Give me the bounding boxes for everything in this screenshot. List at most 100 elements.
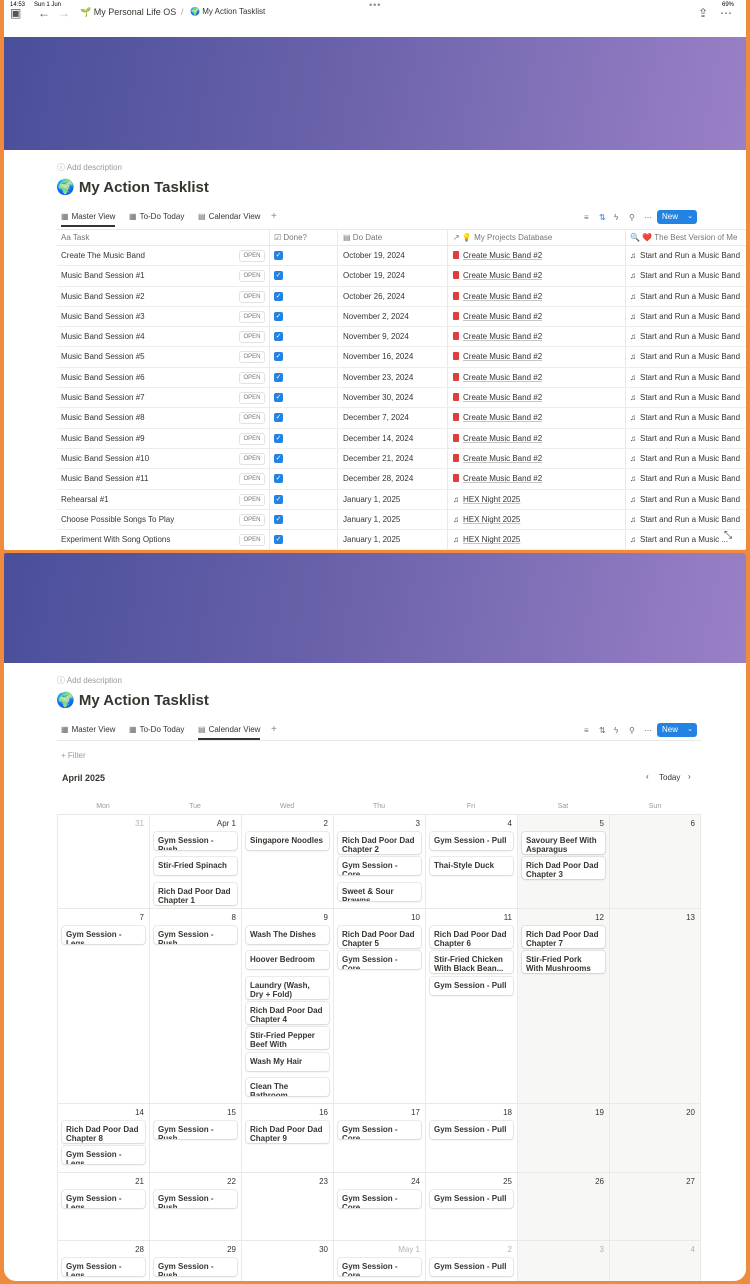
open-button[interactable]: OPEN <box>239 473 265 486</box>
open-button[interactable]: OPEN <box>239 534 265 547</box>
best-version-relation[interactable]: ♫ Start and Run a Music Band <box>630 413 740 422</box>
calendar-event-card[interactable]: Stir-Fried Chicken With Black Bean... <box>430 951 513 974</box>
header-done[interactable]: ☑ Done? <box>274 233 307 242</box>
best-version-relation[interactable]: ♫ Start and Run a Music Band <box>630 373 740 382</box>
calendar-event-card[interactable]: Rich Dad Poor Dad Chapter 5 <box>338 926 421 948</box>
open-button[interactable]: OPEN <box>239 452 265 465</box>
calendar-day[interactable]: 30 <box>241 1241 333 1281</box>
filter-icon[interactable]: ≡ <box>584 213 589 222</box>
task-name[interactable]: Music Band Session #4 <box>61 332 145 341</box>
task-name[interactable]: Music Band Session #11 <box>61 474 148 483</box>
best-version-relation[interactable]: ♫ Start and Run a Music Band <box>630 454 740 463</box>
new-button[interactable]: New ⌄ <box>657 210 697 224</box>
calendar-day[interactable]: 16 Rich Dad Poor Dad Chapter 9 <box>241 1104 333 1172</box>
done-checkbox[interactable]: ✓ <box>274 514 283 524</box>
calendar-day[interactable]: 31 <box>57 815 149 908</box>
add-description[interactable]: ⓘ Add description <box>57 162 122 173</box>
table-row[interactable]: Music Band Session #10 OPEN ✓ December 21, … <box>57 448 746 470</box>
resize-handle-icon[interactable]: ⤡ <box>724 530 732 541</box>
task-name[interactable]: Music Band Session #5 <box>61 352 145 361</box>
calendar-event-card[interactable]: Gym Session - Pull <box>430 976 513 995</box>
calendar-event-card[interactable]: Clean The Bathroom <box>246 1077 329 1096</box>
task-name[interactable]: Choose Possible Songs To Play <box>61 515 174 524</box>
task-name[interactable]: Music Band Session #9 <box>61 434 145 443</box>
calendar-event-card[interactable]: Thai-Style Duck <box>430 857 513 876</box>
table-row[interactable]: Music Band Session #2 OPEN ✓ October 26, 20… <box>57 286 746 307</box>
calendar-event-card[interactable]: Wash My Hair <box>246 1052 329 1071</box>
best-version-relation[interactable]: ♫ Start and Run a Music Band <box>630 515 740 524</box>
calendar-day[interactable]: 27 <box>609 1173 701 1240</box>
project-relation[interactable]: Create Music Band #2 <box>453 413 542 422</box>
chevron-down-icon[interactable]: ⌄ <box>687 210 693 224</box>
calendar-event-card[interactable]: Rich Dad Poor Dad Chapter 9 <box>246 1121 329 1143</box>
calendar-event-card[interactable]: Gym Session - Legs <box>62 1190 145 1208</box>
done-checkbox[interactable]: ✓ <box>274 352 283 362</box>
calendar-day[interactable]: May 1 Gym Session - Core <box>333 1241 425 1281</box>
back-arrow-icon[interactable]: ← <box>38 6 50 20</box>
sort-icon[interactable]: ⇅ <box>599 213 606 222</box>
open-button[interactable]: OPEN <box>239 493 265 506</box>
tab-calendar-view[interactable]: ▤ Calendar View <box>198 724 261 740</box>
calendar-event-card[interactable]: Savoury Beef With Asparagus <box>522 832 605 854</box>
project-relation[interactable]: Create Music Band #2 <box>453 291 542 301</box>
task-name[interactable]: Music Band Session #6 <box>61 373 145 382</box>
header-projects[interactable]: ↗ 💡 My Projects Database <box>453 233 552 242</box>
calendar-day[interactable]: 15 Gym Session - Push <box>149 1104 241 1172</box>
calendar-day[interactable]: 2 Singapore Noodles <box>241 815 333 908</box>
add-view-icon[interactable]: + <box>271 211 277 222</box>
project-relation[interactable]: ♫ HEX Night 2025 <box>453 535 520 544</box>
automation-icon[interactable]: ϟ <box>614 213 618 222</box>
open-button[interactable]: OPEN <box>239 371 265 384</box>
best-version-relation[interactable]: ♫ Start and Run a Music Band <box>630 312 740 321</box>
header-do-date[interactable]: ▤ Do Date <box>343 233 382 242</box>
automation-icon[interactable]: ϟ <box>614 726 618 735</box>
project-relation[interactable]: Create Music Band #2 <box>453 433 542 443</box>
tab-calendar-view[interactable]: ▤ Calendar View <box>198 211 260 227</box>
project-relation[interactable]: Create Music Band #2 <box>453 393 542 402</box>
breadcrumb-page[interactable]: 🌍 My Action Tasklist <box>190 7 265 16</box>
best-version-relation[interactable]: ♫ Start and Run a Music Band <box>630 251 740 260</box>
calendar-day[interactable]: 9 Wash The Dishes Hoover Bedroom Laundry (W… <box>241 909 333 1103</box>
done-checkbox[interactable]: ✓ <box>274 433 283 443</box>
header-best-version[interactable]: 🔍 ❤️ The Best Version of Me <box>630 233 737 242</box>
calendar-day[interactable]: 8 Gym Session - Push <box>149 909 241 1103</box>
project-relation[interactable]: Create Music Band #2 <box>453 474 542 483</box>
new-button[interactable]: New ⌄ <box>657 723 697 737</box>
calendar-event-card[interactable]: Gym Session - Core <box>338 1190 421 1208</box>
calendar-event-card[interactable]: Gym Session - Legs <box>62 926 145 944</box>
table-row[interactable]: Music Band Session #5 OPEN ✓ November 16, 2… <box>57 347 746 368</box>
share-icon[interactable]: ⇪ <box>698 6 708 20</box>
open-button[interactable]: OPEN <box>239 351 265 364</box>
open-button[interactable]: OPEN <box>239 392 265 405</box>
chevron-down-icon[interactable]: ⌄ <box>687 723 693 737</box>
calendar-event-card[interactable]: Gym Session - Push <box>154 1121 237 1139</box>
task-name[interactable]: Music Band Session #7 <box>61 393 145 402</box>
open-button[interactable]: OPEN <box>239 250 265 262</box>
project-relation[interactable]: ♫ HEX Night 2025 <box>453 495 520 504</box>
done-checkbox[interactable]: ✓ <box>274 494 283 504</box>
calendar-event-card[interactable]: Rich Dad Poor Dad Chapter 6 <box>430 926 513 948</box>
more-icon[interactable]: ••• <box>369 0 381 10</box>
table-row[interactable]: Music Band Session #1 OPEN ✓ October 19, 20… <box>57 266 746 287</box>
calendar-day[interactable]: 7 Gym Session - Legs <box>57 909 149 1103</box>
calendar-day[interactable]: 14 Rich Dad Poor Dad Chapter 8 Gym Session… <box>57 1104 149 1172</box>
calendar-day[interactable]: 2 Gym Session - Pull <box>425 1241 517 1281</box>
calendar-day[interactable]: 26 <box>517 1173 609 1240</box>
forward-arrow-icon[interactable]: → <box>58 6 70 20</box>
done-checkbox[interactable]: ✓ <box>274 291 283 301</box>
calendar-day[interactable]: 24 Gym Session - Core <box>333 1173 425 1240</box>
calendar-event-card[interactable]: Wash The Dishes <box>246 926 329 944</box>
done-checkbox[interactable]: ✓ <box>274 332 283 342</box>
done-checkbox[interactable]: ✓ <box>274 535 283 545</box>
calendar-day[interactable]: 20 <box>609 1104 701 1172</box>
tab-master-view[interactable]: ▦ Master View <box>61 724 115 740</box>
calendar-event-card[interactable]: Gym Session - Pull <box>430 1121 513 1139</box>
calendar-day[interactable]: 3 Rich Dad Poor Dad Chapter 2 Gym Session … <box>333 815 425 908</box>
calendar-event-card[interactable]: Gym Session - Core <box>338 857 421 876</box>
table-row[interactable]: Music Band Session #4 OPEN ✓ November 9, 20… <box>57 327 746 348</box>
add-description[interactable]: ⓘ Add description <box>57 675 122 686</box>
calendar-event-card[interactable]: Rich Dad Poor Dad Chapter 8 <box>62 1121 145 1143</box>
calendar-event-card[interactable]: Gym Session - Core <box>338 1121 421 1139</box>
done-checkbox[interactable]: ✓ <box>274 372 283 382</box>
task-name[interactable]: Music Band Session #8 <box>61 413 145 422</box>
